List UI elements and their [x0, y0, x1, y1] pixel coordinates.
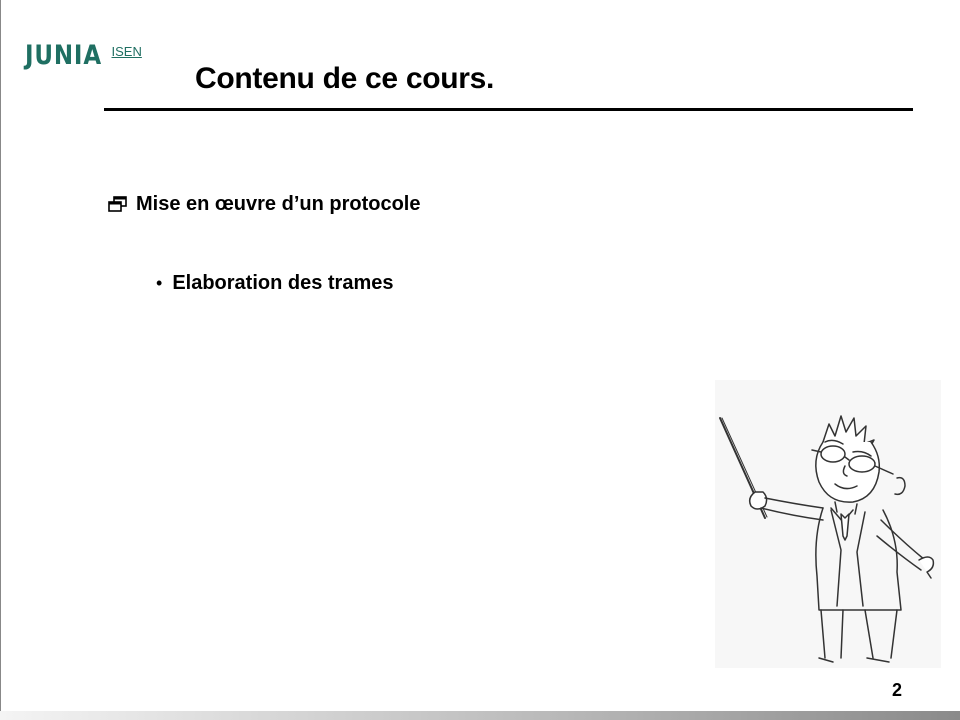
window-restore-icon: [108, 195, 128, 214]
logo-sub: ISEN: [111, 44, 142, 59]
title-underline: [104, 108, 913, 111]
footer-gradient-bar: [0, 711, 960, 720]
sub-list-item: • Elaboration des trames: [156, 272, 394, 295]
teacher-pointer-illustration: [715, 380, 941, 668]
junia-isen-logo: JUNIA ISEN: [25, 40, 142, 74]
page-number: 2: [891, 680, 902, 700]
list-item-text: Mise en œuvre d’un protocole: [136, 193, 421, 215]
slide-title: Contenu de ce cours.: [195, 62, 495, 95]
slide: JUNIA ISEN Contenu de ce cours. Mise en …: [0, 0, 960, 720]
bullet-icon: •: [156, 273, 163, 293]
list-item: Mise en œuvre d’un protocole: [108, 193, 420, 216]
sub-list-item-text: Elaboration des trames: [172, 272, 394, 294]
slide-border: [0, 0, 1, 712]
logo-brand: JUNIA: [25, 40, 102, 71]
